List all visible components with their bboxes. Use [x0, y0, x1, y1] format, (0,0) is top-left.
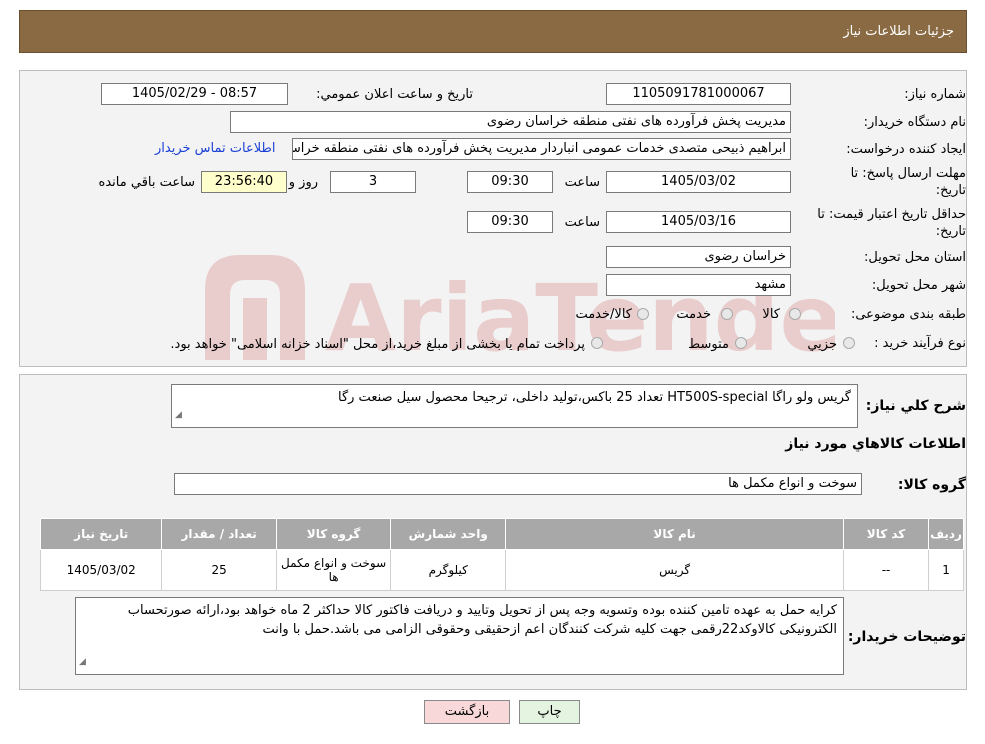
buyer-org-label: نام دستگاه خریدار: — [863, 115, 966, 130]
remaining-time-field: 23:56:40 — [201, 171, 287, 193]
buyer-notes-label: توضیحات خریدار: — [847, 629, 966, 645]
announce-datetime-field: 1405/02/29 - 08:57 — [101, 83, 288, 105]
process-treasury-note: پرداخت تمام یا بخشی از مبلغ خرید،از محل … — [170, 337, 585, 352]
table-row: 1 -- گریس کیلوگرم سوخت و انواع مکمل ها 2… — [39, 549, 964, 591]
need-number-field: 1105091781000067 — [606, 83, 791, 105]
cell-code: -- — [843, 549, 930, 591]
reply-deadline-label-2: تاریخ: — [935, 183, 966, 198]
validity-date-field: 1405/03/16 — [606, 211, 791, 233]
announce-datetime-label: تاریخ و ساعت اعلان عمومي: — [316, 87, 473, 102]
buyer-notes-field: کرایه حمل به عهده تامین کننده بوده وتسوی… — [75, 597, 844, 675]
province-label: استان محل تحویل: — [864, 250, 966, 265]
goods-group-label: گروه کالا: — [897, 477, 966, 493]
price-validity-label: حداقل تاریخ اعتبار قیمت: تا — [817, 207, 966, 222]
page-title: جزئیات اطلاعات نیاز — [843, 24, 954, 39]
page-header: جزئیات اطلاعات نیاز — [19, 10, 967, 53]
requester-field: ابراهیم ذبیحی متصدی خدمات عمومی انباردار… — [292, 138, 791, 160]
validity-time-field: 09:30 — [467, 211, 553, 233]
process-partial-label: جزیي — [807, 337, 837, 352]
cell-date: 1405/03/02 — [39, 549, 163, 591]
col-name: نام کالا — [505, 518, 845, 550]
cell-name: گریس — [505, 549, 845, 591]
buyer-contact-link[interactable]: اطلاعات تماس خریدار — [155, 141, 275, 156]
col-group: گروه کالا — [275, 518, 392, 550]
description-text: گریس ولو راگا HT500S-special تعداد 25 با… — [338, 390, 851, 405]
goods-table-header: ردیف کد کالا نام کالا واحد شمارش گروه کا… — [39, 518, 964, 550]
category-goods-radio[interactable] — [789, 308, 801, 320]
col-unit: واحد شمارش — [390, 518, 507, 550]
process-treasury-checkbox[interactable] — [591, 337, 603, 349]
col-row: ردیف — [928, 518, 964, 550]
col-date: تاریخ نیاز — [39, 518, 163, 550]
reply-deadline-label: مهلت ارسال پاسخ: تا — [850, 166, 966, 181]
process-label: نوع فرآیند خرید : — [874, 336, 966, 351]
category-goods-service-radio[interactable] — [637, 308, 649, 320]
goods-group-field: سوخت و انواع مکمل ها — [174, 473, 862, 495]
process-partial-radio[interactable] — [843, 337, 855, 349]
category-goods-service-label: کالا/خدمت — [575, 307, 632, 322]
remaining-label: ساعت باقي مانده — [98, 175, 195, 190]
day-and-label: روز و — [288, 175, 318, 190]
cell-group: سوخت و انواع مکمل ها — [275, 549, 392, 591]
buyer-notes-text: کرایه حمل به عهده تامین کننده بوده وتسوی… — [127, 603, 837, 637]
city-field: مشهد — [606, 274, 791, 296]
cell-row: 1 — [928, 549, 964, 591]
goods-table: ردیف کد کالا نام کالا واحد شمارش گروه کا… — [39, 518, 964, 591]
col-code: کد کالا — [843, 518, 930, 550]
buyer-org-field: مدیریت پخش فرآورده های نفتی منطقه خراسان… — [230, 111, 791, 133]
cell-qty: 25 — [161, 549, 277, 591]
need-number-label: شماره نیاز: — [904, 87, 966, 102]
validity-time-label: ساعت — [564, 215, 600, 230]
process-medium-radio[interactable] — [735, 337, 747, 349]
resize-handle-icon[interactable]: ◢ — [175, 406, 182, 425]
reply-days-field: 3 — [330, 171, 416, 193]
print-button[interactable]: چاپ — [519, 700, 580, 724]
reply-time-label: ساعت — [564, 175, 600, 190]
province-field: خراسان رضوی — [606, 246, 791, 268]
category-label: طبقه بندی موضوعی: — [850, 307, 966, 322]
requester-label: ایجاد کننده درخواست: — [846, 142, 966, 157]
description-label: شرح کلي نیاز: — [865, 398, 966, 414]
col-qty: تعداد / مقدار — [161, 518, 277, 550]
reply-time-field: 09:30 — [467, 171, 553, 193]
back-button[interactable]: بازگشت — [424, 700, 510, 724]
description-field: گریس ولو راگا HT500S-special تعداد 25 با… — [171, 384, 858, 428]
category-service-radio[interactable] — [721, 308, 733, 320]
resize-handle-icon[interactable]: ◢ — [79, 653, 86, 672]
goods-info-heading: اطلاعات کالاهاي مورد نیاز — [785, 436, 966, 452]
process-medium-label: متوسط — [688, 337, 729, 352]
city-label: شهر محل تحویل: — [871, 278, 966, 293]
cell-unit: کیلوگرم — [390, 549, 507, 591]
reply-date-field: 1405/03/02 — [606, 171, 791, 193]
category-service-label: خدمت — [676, 307, 711, 322]
price-validity-label-2: تاریخ: — [935, 224, 966, 239]
category-goods-label: کالا — [762, 307, 780, 322]
